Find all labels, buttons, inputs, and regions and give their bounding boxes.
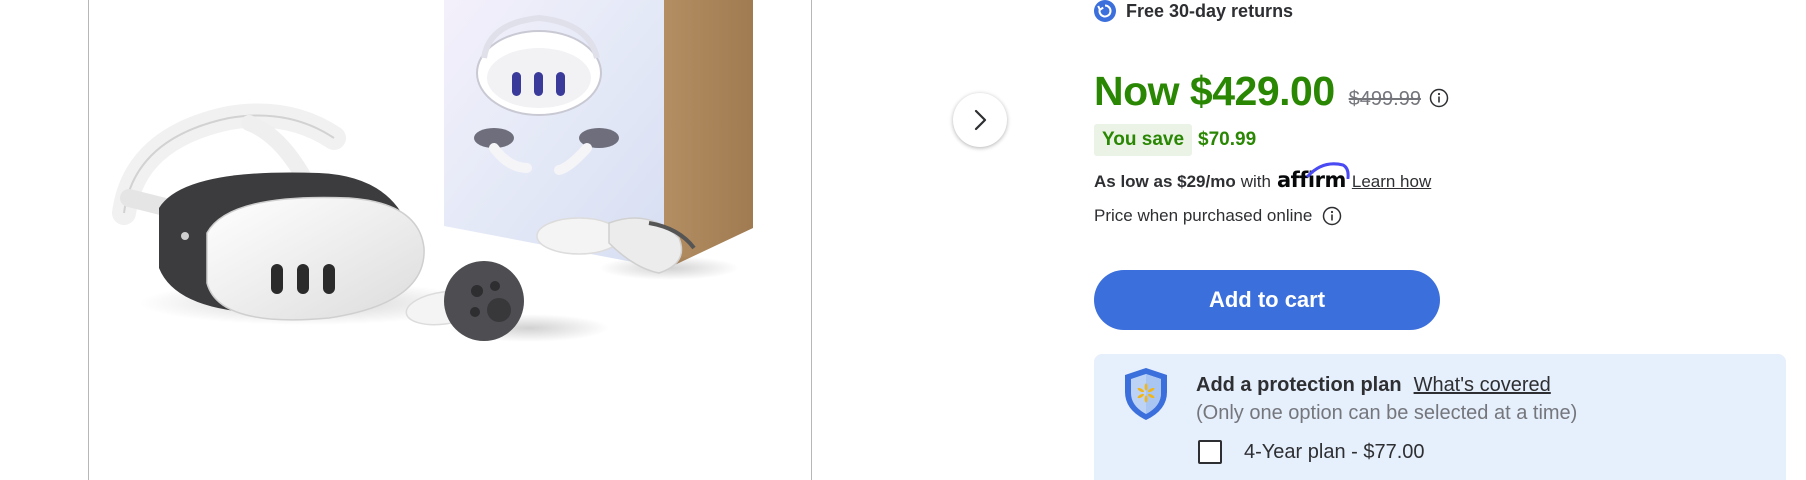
price-note-text: Price when purchased online	[1094, 206, 1313, 225]
save-amount: $70.99	[1198, 129, 1257, 150]
product-image-frame	[88, 0, 812, 480]
price-row: Now $429.00 $499.99	[1094, 68, 1449, 115]
affirm-with-text: with	[1240, 172, 1271, 191]
affirm-arc-icon	[1306, 162, 1350, 179]
savings-row: You save $70.99	[1094, 124, 1256, 156]
info-icon[interactable]	[1429, 88, 1449, 108]
protection-title-row: Add a protection plan What's covered	[1196, 374, 1551, 397]
plan-checkbox[interactable]	[1198, 440, 1222, 464]
protection-title: Add a protection plan	[1196, 374, 1402, 396]
info-icon[interactable]	[1322, 206, 1342, 226]
current-price: Now $429.00	[1094, 68, 1335, 114]
affirm-logo: affirm	[1277, 162, 1350, 192]
protection-plan-panel: Add a protection plan What's covered (On…	[1094, 354, 1786, 480]
affirm-monthly-price: As low as $29/mo	[1094, 172, 1236, 191]
whats-covered-link[interactable]: What's covered	[1414, 374, 1551, 397]
carousel-next-button[interactable]	[953, 93, 1007, 147]
returns-text: Free 30-day returns	[1126, 0, 1294, 21]
free-returns: Free 30-day returns	[1094, 0, 1293, 22]
you-save-badge: You save	[1094, 124, 1193, 156]
protection-subtitle: (Only one option can be selected at a ti…	[1196, 402, 1578, 424]
returns-icon	[1094, 0, 1116, 22]
was-price: $499.99	[1348, 88, 1421, 110]
price-note: Price when purchased online	[1094, 206, 1342, 226]
chevron-right-icon	[974, 109, 987, 131]
plan-option-label: 4-Year plan - $77.00	[1244, 440, 1425, 463]
product-image	[112, 0, 753, 342]
learn-how-link[interactable]: Learn how	[1352, 172, 1431, 192]
affirm-financing: As low as $29/mo with affirm Learn how	[1094, 162, 1431, 192]
plan-option-4-year[interactable]: 4-Year plan - $77.00	[1198, 440, 1425, 464]
product-page: Free 30-day returns Now $429.00 $499.99 …	[0, 0, 1806, 480]
shield-icon	[1125, 368, 1167, 420]
add-to-cart-button[interactable]: Add to cart	[1094, 270, 1440, 330]
